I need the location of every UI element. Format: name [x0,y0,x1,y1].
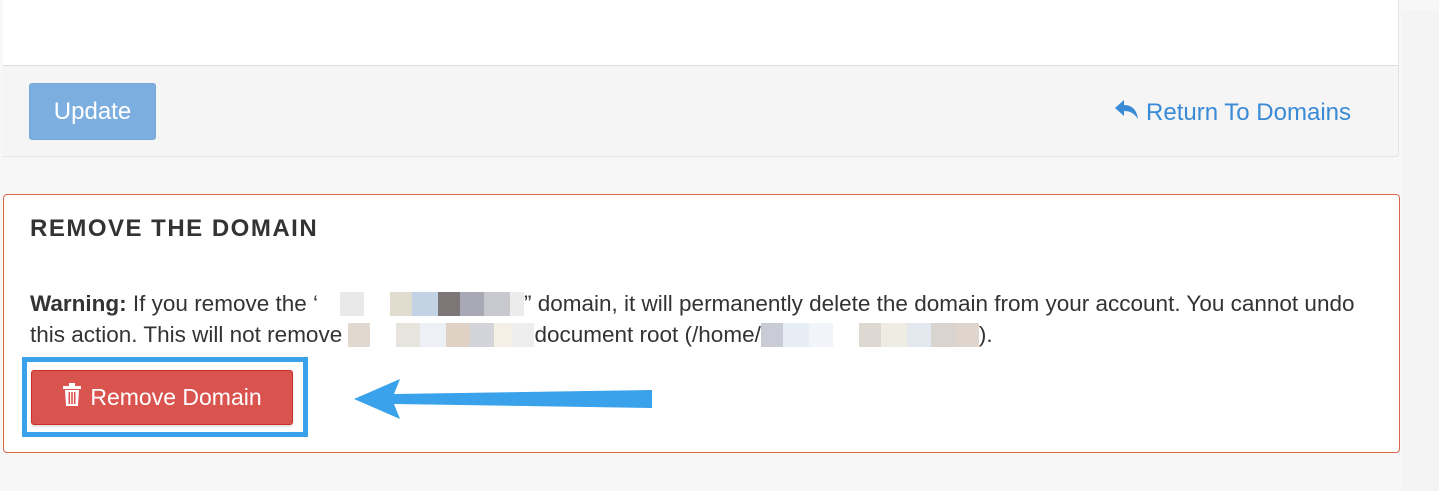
reply-icon [1114,99,1140,128]
warning-text-1: If you remove the ‘ [126,291,318,316]
warning-text-4: ). [978,322,993,347]
return-to-domains-link[interactable]: Return To Domains [1114,96,1351,130]
remove-domain-panel: REMOVE THE DOMAIN Warning: If you remove… [3,194,1400,453]
remove-button-label: Remove Domain [90,384,262,410]
page-gutter [1401,10,1439,491]
trash-icon [62,382,82,413]
warning-label: Warning: [30,291,127,316]
warning-text-3: document root (/home/ [534,322,761,347]
return-link-label: Return To Domains [1146,99,1351,126]
section-title: REMOVE THE DOMAIN [30,215,319,242]
redacted-domain-name [318,292,524,316]
panel-footer: Update Return To Domains [3,65,1398,156]
annotation-arrow [354,379,652,419]
domain-form-panel: Update Return To Domains [3,0,1399,157]
update-button[interactable]: Update [29,83,156,140]
warning-message: Warning: If you remove the ‘” domain, it… [30,288,1375,350]
redacted-user-name [348,323,535,347]
remove-domain-button[interactable]: Remove Domain [31,370,293,425]
panel-body [3,0,1398,65]
redacted-path [760,323,979,347]
